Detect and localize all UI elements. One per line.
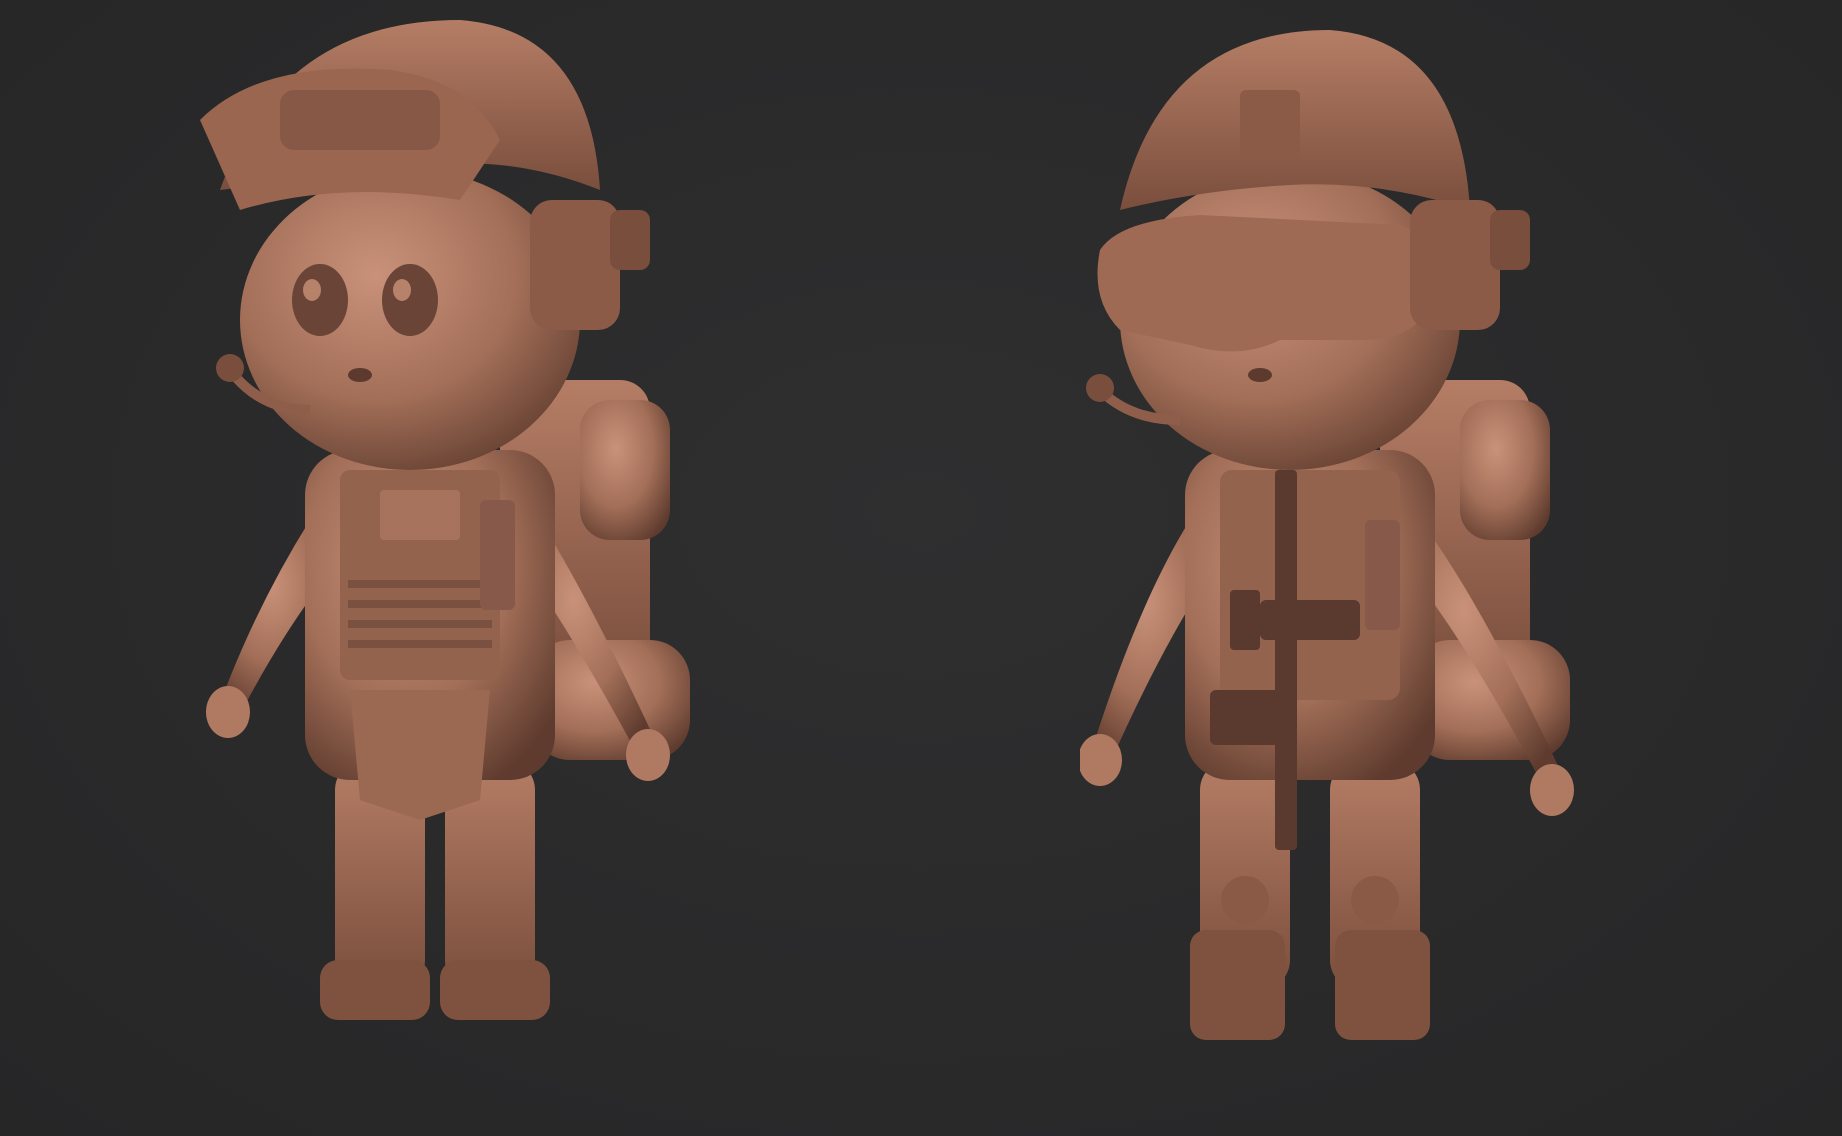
sculpt-viewport[interactable] — [0, 0, 1842, 1136]
torso-vest — [305, 450, 555, 820]
soldier-sculpt-goggles-up — [200, 0, 720, 1080]
soldier-right-svg — [1080, 30, 1574, 1040]
head — [240, 170, 580, 470]
soldier-left-svg — [200, 20, 690, 1020]
goggles — [1097, 215, 1432, 352]
soldier-sculpt-goggles-down — [1080, 0, 1600, 1080]
legs — [1190, 760, 1430, 1040]
night-vision-mount — [1490, 210, 1530, 270]
ear-protector — [1410, 200, 1500, 330]
night-vision-mount — [610, 210, 650, 270]
ear-protector — [530, 200, 620, 330]
